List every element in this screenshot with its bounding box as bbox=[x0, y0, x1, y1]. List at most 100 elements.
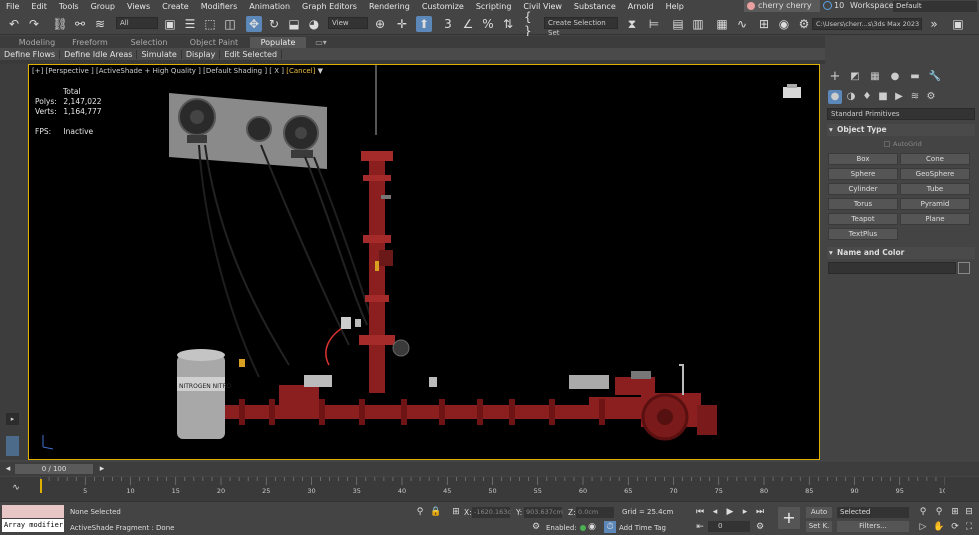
primitive-category-select[interactable]: Standard Primitives bbox=[827, 108, 975, 120]
autogrid-checkbox[interactable]: AutoGrid bbox=[884, 140, 922, 148]
y-coordinate-field[interactable]: 903.637cm bbox=[524, 507, 563, 518]
render-setup-icon[interactable]: ⚙ bbox=[796, 16, 812, 32]
define-idle-areas-button[interactable]: Define Idle Areas bbox=[60, 49, 138, 59]
move-icon[interactable]: ✥ bbox=[246, 16, 262, 32]
time-tag-icon[interactable]: ⏱ bbox=[604, 521, 616, 533]
utilities-tab-icon[interactable]: 🔧 bbox=[928, 70, 942, 84]
menu-file[interactable]: File bbox=[0, 2, 25, 11]
layer-explorer-icon[interactable]: ▥ bbox=[690, 16, 706, 32]
redo-icon[interactable]: ↷ bbox=[26, 16, 42, 32]
time-prev-icon[interactable]: ◂ bbox=[2, 463, 14, 475]
named-selection-set-select[interactable]: Create Selection Set bbox=[544, 17, 618, 37]
link-icon[interactable]: ⛓ bbox=[52, 16, 68, 32]
menu-edit[interactable]: Edit bbox=[25, 2, 53, 11]
menu-tools[interactable]: Tools bbox=[53, 2, 85, 11]
systems-icon[interactable]: ⚙ bbox=[924, 90, 938, 104]
adaptive-degradation-icon[interactable]: ⚙ bbox=[530, 521, 542, 533]
menu-group[interactable]: Group bbox=[85, 2, 121, 11]
mirror-icon[interactable]: ⧗ bbox=[624, 16, 640, 32]
maxscript-listener-field[interactable] bbox=[2, 505, 64, 518]
z-coordinate-field[interactable]: 0.0cm bbox=[576, 507, 614, 518]
define-flows-button[interactable]: Define Flows bbox=[0, 49, 61, 59]
isolate-selection-icon[interactable]: ⚲ bbox=[414, 506, 426, 518]
viewport-layout-thumbnail[interactable] bbox=[6, 436, 19, 456]
display-tab-icon[interactable]: ▬ bbox=[908, 70, 922, 84]
viewport-label-menu[interactable]: [+] [Perspective ] [ActiveShade + High Q… bbox=[32, 67, 323, 75]
zoom-all-icon[interactable]: ⚲ bbox=[933, 506, 945, 518]
curve-editor-mini-icon[interactable]: ∿ bbox=[10, 482, 22, 494]
tab-object-paint[interactable]: Object Paint bbox=[186, 37, 242, 48]
orbit-icon[interactable]: ⟳ bbox=[949, 521, 961, 533]
filter-icon[interactable]: ▼ bbox=[318, 67, 323, 75]
helpers-icon[interactable]: ▶ bbox=[892, 90, 906, 104]
angle-snap-icon[interactable]: ∠ bbox=[460, 16, 476, 32]
selection-lock-icon[interactable]: 🔒 bbox=[430, 506, 442, 518]
reference-coordinate-select[interactable]: View bbox=[328, 17, 368, 29]
add-time-tag[interactable]: Add Time Tag bbox=[619, 524, 666, 532]
select-object-icon[interactable]: ▣ bbox=[162, 16, 178, 32]
maxscript-mini-listener[interactable]: Array modifier bbox=[2, 519, 64, 532]
curve-editor-icon[interactable]: ∿ bbox=[734, 16, 750, 32]
geosphere-button[interactable]: GeoSphere bbox=[900, 168, 970, 180]
next-frame-icon[interactable]: ▸ bbox=[739, 506, 751, 518]
notifications-badge[interactable]: 10 bbox=[823, 0, 844, 12]
menu-graph-editors[interactable]: Graph Editors bbox=[296, 2, 363, 11]
previous-frame-icon[interactable]: ◂ bbox=[709, 506, 721, 518]
menu-arnold[interactable]: Arnold bbox=[622, 2, 660, 11]
object-name-field[interactable] bbox=[828, 262, 956, 274]
time-configuration-icon[interactable]: ⚙ bbox=[754, 521, 766, 533]
plane-button[interactable]: Plane bbox=[900, 213, 970, 225]
edit-selected-button[interactable]: Edit Selected bbox=[220, 49, 283, 59]
project-path-select[interactable]: C:\Users\cherr...s\3ds Max 2023 bbox=[812, 18, 922, 30]
object-color-swatch[interactable] bbox=[958, 262, 970, 274]
project-folder-icon[interactable]: ▣ bbox=[950, 16, 966, 32]
undo-icon[interactable]: ↶ bbox=[6, 16, 22, 32]
x-coordinate-field[interactable]: -1620.163c bbox=[472, 507, 511, 518]
geometry-icon[interactable]: ● bbox=[828, 90, 842, 104]
object-type-rollout[interactable]: Object Type bbox=[827, 124, 975, 136]
ribbon-options-icon[interactable]: ▭▾ bbox=[312, 37, 330, 48]
rotate-icon[interactable]: ↻ bbox=[266, 16, 282, 32]
field-of-view-icon[interactable]: ▷ bbox=[917, 521, 929, 533]
cancel-render-link[interactable]: [Cancel] bbox=[286, 67, 315, 75]
auto-key-button[interactable]: Auto bbox=[806, 507, 832, 518]
selection-filter-select[interactable]: All bbox=[116, 17, 158, 29]
cylinder-button[interactable]: Cylinder bbox=[828, 183, 898, 195]
go-to-end-icon[interactable]: ⏭ bbox=[754, 506, 766, 518]
textplus-button[interactable]: TextPlus bbox=[828, 228, 898, 240]
simulate-button[interactable]: Simulate bbox=[137, 49, 182, 59]
create-tab-icon[interactable]: + bbox=[828, 70, 842, 84]
perspective-viewport[interactable]: NITROGEN NITRO [+] [Perspective] [Activ… bbox=[28, 64, 820, 460]
bind-spacewarp-icon[interactable]: ≋ bbox=[92, 16, 108, 32]
menu-customize[interactable]: Customize bbox=[416, 2, 470, 11]
set-key-icon[interactable]: + bbox=[778, 507, 800, 529]
menu-create[interactable]: Create bbox=[156, 2, 195, 11]
align-icon[interactable]: ⊨ bbox=[646, 16, 662, 32]
enabled-toggle-icon[interactable]: ◉ bbox=[586, 521, 598, 533]
edit-named-selection-icon[interactable]: { } bbox=[524, 10, 540, 38]
tab-freeform[interactable]: Freeform bbox=[66, 37, 114, 48]
absolute-mode-icon[interactable]: ⊞ bbox=[450, 506, 462, 518]
user-account-menu[interactable]: cherry cherry bbox=[744, 0, 820, 12]
time-next-icon[interactable]: ▸ bbox=[96, 463, 108, 475]
display-button[interactable]: Display bbox=[182, 49, 221, 59]
name-and-color-rollout[interactable]: Name and Color bbox=[827, 247, 975, 259]
time-slider-thumb[interactable]: 0 / 100 bbox=[15, 464, 93, 474]
current-frame-field[interactable]: 0 bbox=[708, 521, 750, 532]
unlink-icon[interactable]: ⚯ bbox=[72, 16, 88, 32]
zoom-extents-all-icon[interactable]: ⊟ bbox=[963, 506, 975, 518]
material-editor-icon[interactable]: ◉ bbox=[776, 16, 792, 32]
expand-toolbar-icon[interactable]: » bbox=[926, 16, 942, 32]
pivot-center-icon[interactable]: ⊕ bbox=[372, 16, 388, 32]
menu-views[interactable]: Views bbox=[121, 2, 156, 11]
box-button[interactable]: Box bbox=[828, 153, 898, 165]
place-icon[interactable]: ◕ bbox=[306, 16, 322, 32]
key-mode-toggle-icon[interactable]: ⇤ bbox=[694, 521, 706, 533]
track-bar[interactable]: ∿ 5 10 15 20 25 30 35 40 45 50 55 60 65 70 75 80 85 90 95 1… bbox=[0, 477, 979, 501]
ribbon-toggle-icon[interactable]: ▦ bbox=[714, 16, 730, 32]
modify-tab-icon[interactable]: ◩ bbox=[848, 70, 862, 84]
shapes-icon[interactable]: ◑ bbox=[844, 90, 858, 104]
keyboard-shortcut-override-icon[interactable]: ⬆ bbox=[416, 16, 432, 32]
schematic-view-icon[interactable]: ⊞ bbox=[756, 16, 772, 32]
key-filters-button[interactable]: Filters... bbox=[837, 521, 909, 532]
